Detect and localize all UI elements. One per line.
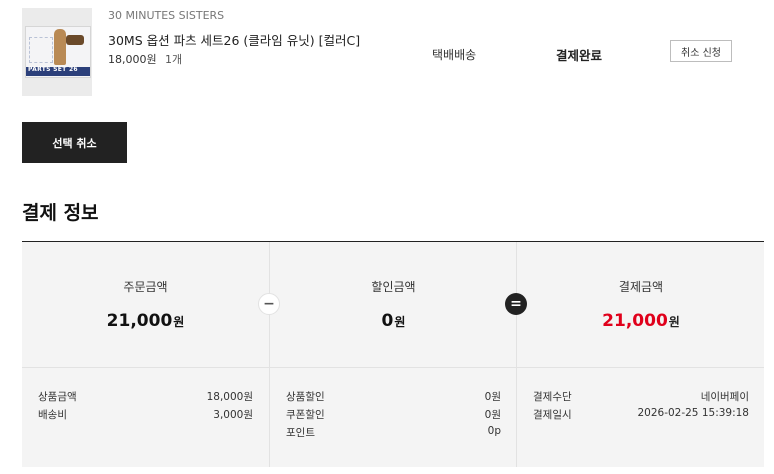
- order-amount-unit: 원: [173, 315, 185, 329]
- detail-label: 배송비: [38, 409, 67, 421]
- discount-amount-label: 할인금액: [371, 280, 416, 294]
- order-amount-label: 주문금액: [123, 280, 168, 294]
- payment-info-title: 결제 정보: [22, 202, 99, 224]
- detail-row: 결제일시 2026-02-25 15:39:18: [533, 407, 749, 423]
- total-amount-unit: 원: [668, 315, 680, 329]
- select-cancel-button[interactable]: 선택 취소: [22, 122, 127, 163]
- order-status: 결제완료: [556, 48, 603, 63]
- detail-row: 결제수단 네이버페이: [533, 389, 749, 405]
- product-thumbnail[interactable]: PARTS SET 26: [22, 8, 92, 96]
- detail-value: 0p: [487, 425, 501, 437]
- minus-icon: −: [258, 293, 280, 315]
- product-name[interactable]: 30MS 옵션 파츠 세트26 (클라임 유닛) [컬러C]: [108, 30, 360, 49]
- discount-amount-number: 0: [381, 311, 394, 331]
- discount-amount-summary: 할인금액 0원: [269, 242, 517, 367]
- discount-details: 상품할인 0원 쿠폰할인 0원 포인트 0p: [269, 368, 517, 467]
- order-details: 상품금액 18,000원 배송비 3,000원: [22, 368, 269, 467]
- parts-sprue-graphic: [29, 37, 53, 63]
- detail-value: 2026-02-25 15:39:18: [637, 407, 749, 419]
- total-amount-summary: 결제금액 21,000원: [516, 242, 765, 367]
- detail-label: 상품할인: [286, 391, 325, 403]
- unit-graphic: [66, 35, 84, 45]
- product-brand: 30 MINUTES SISTERS: [108, 9, 225, 22]
- discount-amount-unit: 원: [394, 315, 406, 329]
- detail-value: 3,000원: [213, 409, 253, 421]
- equals-icon: =: [505, 293, 527, 315]
- detail-label: 쿠폰할인: [286, 409, 325, 421]
- detail-label: 결제수단: [533, 391, 572, 403]
- detail-value: 0원: [484, 409, 501, 421]
- detail-label: 포인트: [286, 427, 315, 439]
- detail-row: 포인트 0p: [286, 425, 501, 441]
- total-amount-value: 21,000원: [517, 311, 765, 331]
- figure-graphic: [54, 29, 66, 65]
- order-amount-summary: 주문금액 21,000원: [22, 242, 269, 367]
- product-box-image: PARTS SET 26: [25, 26, 91, 78]
- detail-row: 쿠폰할인 0원: [286, 407, 501, 423]
- order-amount-value: 21,000원: [22, 311, 269, 331]
- total-amount-label: 결제금액: [618, 280, 664, 294]
- product-quantity: 1개: [165, 53, 183, 66]
- discount-amount-value: 0원: [270, 311, 517, 331]
- detail-value: 18,000원: [206, 391, 253, 403]
- shipping-method: 택배배송: [432, 48, 477, 62]
- detail-row: 배송비 3,000원: [38, 407, 253, 423]
- order-amount-number: 21,000: [106, 311, 173, 331]
- payment-details: 결제수단 네이버페이 결제일시 2026-02-25 15:39:18: [516, 368, 765, 467]
- product-price: 18,000원: [108, 53, 157, 66]
- detail-label: 결제일시: [533, 409, 572, 421]
- detail-row: 상품금액 18,000원: [38, 389, 253, 405]
- cancel-request-button[interactable]: 취소 신청: [670, 40, 732, 62]
- detail-row: 상품할인 0원: [286, 389, 501, 405]
- detail-label: 상품금액: [38, 391, 77, 403]
- payment-panel: 주문금액 21,000원 할인금액 0원 결제금액 21,000원 − = 상품…: [22, 241, 764, 467]
- total-amount-number: 21,000: [602, 311, 668, 331]
- detail-value: 네이버페이: [700, 391, 749, 403]
- box-label: PARTS SET 26: [28, 66, 78, 73]
- detail-value: 0원: [484, 391, 501, 403]
